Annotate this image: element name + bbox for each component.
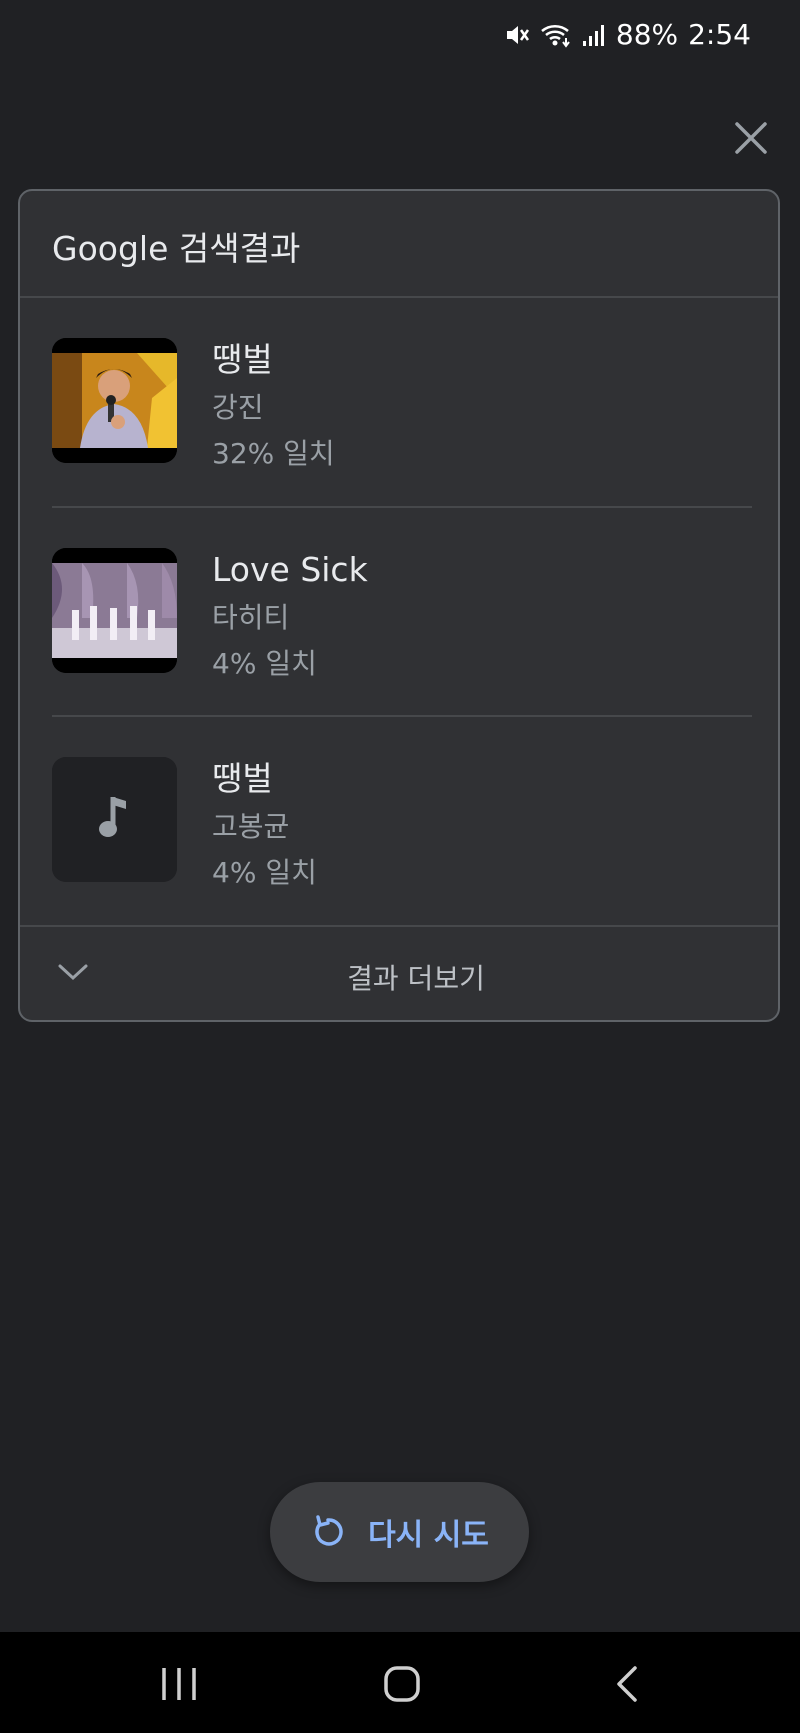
clock: 2:54 [688,18,751,51]
home-icon [384,1666,420,1702]
result-match: 32% 일치 [212,437,335,470]
result-thumbnail [52,548,177,673]
result-artist: 타히티 [212,601,290,634]
retry-button[interactable]: 다시 시도 [270,1482,529,1582]
close-button[interactable] [731,118,771,158]
refresh-icon [315,1515,343,1546]
card-header: Google 검색결과 [20,191,778,298]
result-match: 4% 일치 [212,647,317,680]
recent-apps-icon [162,1668,196,1700]
battery-text: 88% [615,18,679,51]
result-artist: 강진 [212,391,264,424]
navigation-bar [0,1632,800,1733]
more-results-button[interactable]: 결과 더보기 [20,925,778,1020]
result-title: 땡벌 [212,759,273,798]
recent-apps-button[interactable] [149,1662,209,1706]
card-title: Google 검색결과 [52,229,301,268]
close-icon [735,122,767,154]
result-thumbnail [52,757,177,882]
back-icon [617,1666,637,1702]
status-bar: 88% 2:54 [0,0,800,70]
result-artist: 고봉균 [212,810,290,843]
search-results-card: Google 검색결과 땡벌 강진 32% 일치 Love Sick 타히티 4… [18,189,780,1022]
result-item[interactable]: 땡벌 강진 32% 일치 [52,298,752,506]
result-item[interactable]: Love Sick 타히티 4% 일치 [52,508,752,716]
result-thumbnail [52,338,177,463]
back-button[interactable] [597,1662,657,1706]
mute-icon [504,22,530,48]
result-title: 땡벌 [212,340,273,379]
more-results-label: 결과 더보기 [347,962,485,995]
wifi-icon [540,22,572,48]
retry-label: 다시 시도 [368,1518,489,1553]
result-title: Love Sick [212,550,368,589]
result-item[interactable]: 땡벌 고봉균 4% 일치 [52,717,752,925]
signal-icon [582,23,606,47]
music-note-icon [52,757,177,882]
result-match: 4% 일치 [212,856,317,889]
home-button[interactable] [372,1662,432,1706]
